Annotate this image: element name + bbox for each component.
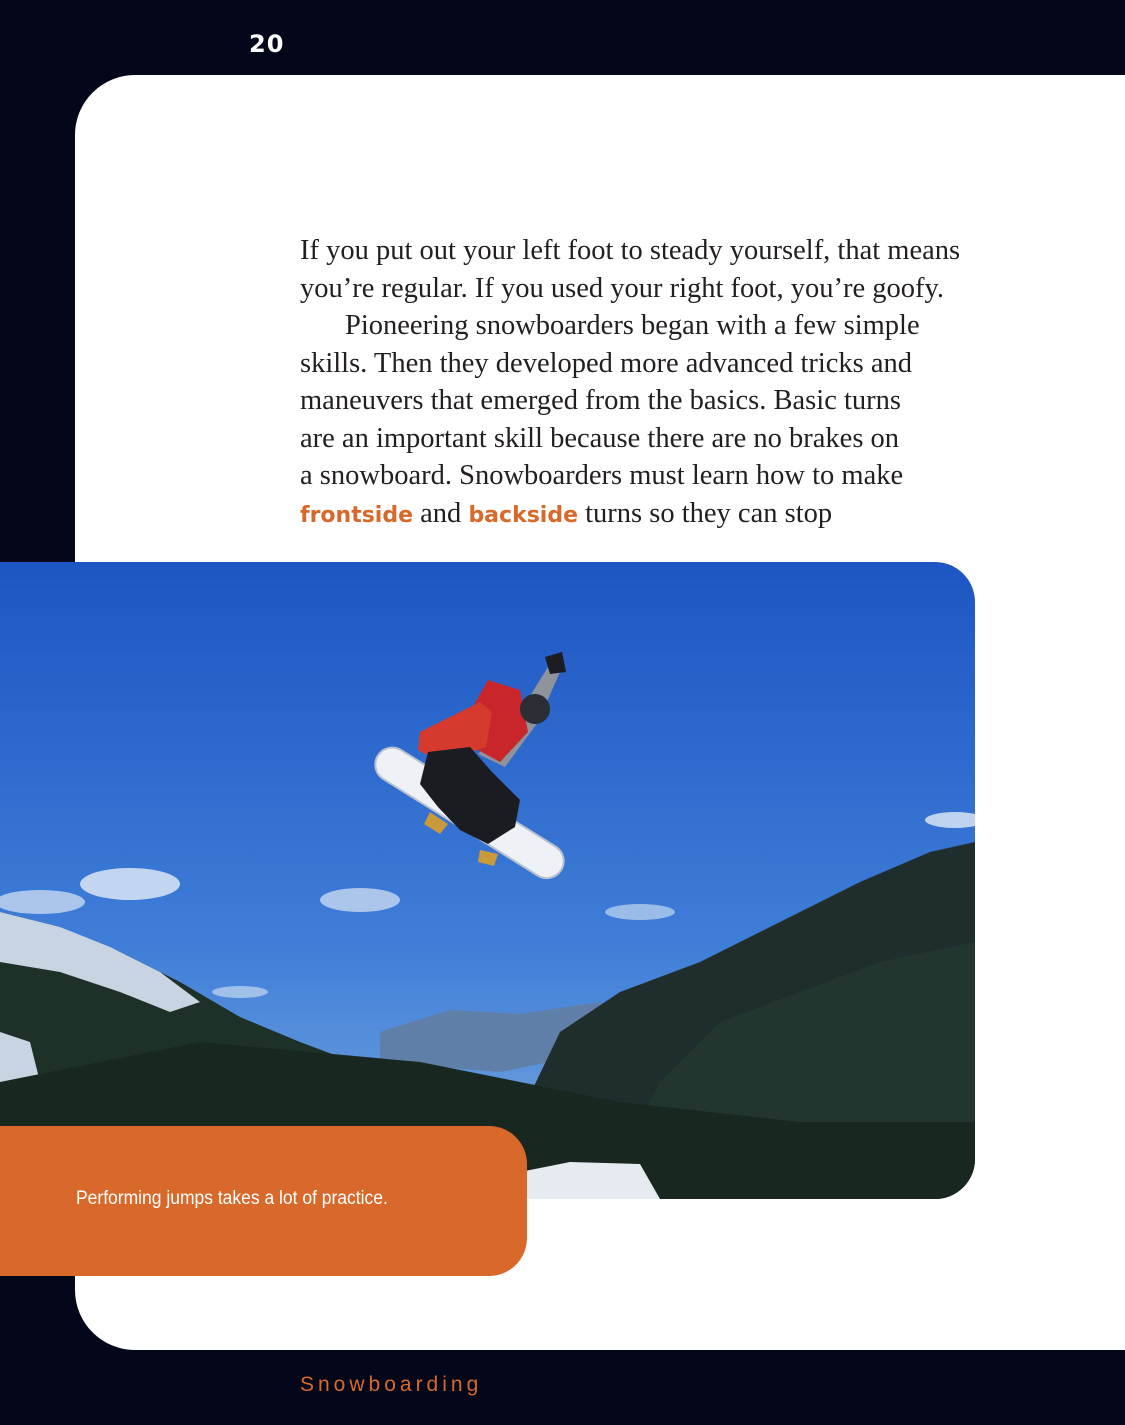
body-line-end: turns so they can stop (578, 497, 833, 529)
running-footer-title: Snowboarding (300, 1373, 483, 1396)
body-line: a snowboard. Snowboarders must learn how… (300, 460, 904, 491)
body-line: Pioneering snowboarders began with a few… (345, 310, 920, 341)
glossary-term-frontside[interactable]: frontside (300, 503, 413, 528)
caption-box: Performing jumps takes a lot of practice… (0, 1126, 527, 1276)
page-number: 20 (249, 30, 285, 58)
glossary-term-backside[interactable]: backside (468, 503, 578, 528)
body-line: skills. Then they developed more advance… (300, 347, 913, 379)
body-line: If you put out your left foot to steady … (300, 235, 961, 266)
body-line-with-terms: frontside and backside turns so they can… (300, 495, 990, 535)
body-line: are an important skill because there are… (300, 422, 900, 454)
body-line: maneuvers that emerged from the basics. … (300, 385, 901, 416)
snowboarder-jump-illustration (0, 562, 975, 1199)
snowboarder-photo (0, 562, 975, 1199)
body-text: If you put out your left foot to steady … (300, 232, 990, 534)
body-line: you’re regular. If you used your right f… (300, 272, 944, 304)
photo-caption: Performing jumps takes a lot of practice… (76, 1188, 388, 1209)
body-connector: and (413, 497, 469, 529)
